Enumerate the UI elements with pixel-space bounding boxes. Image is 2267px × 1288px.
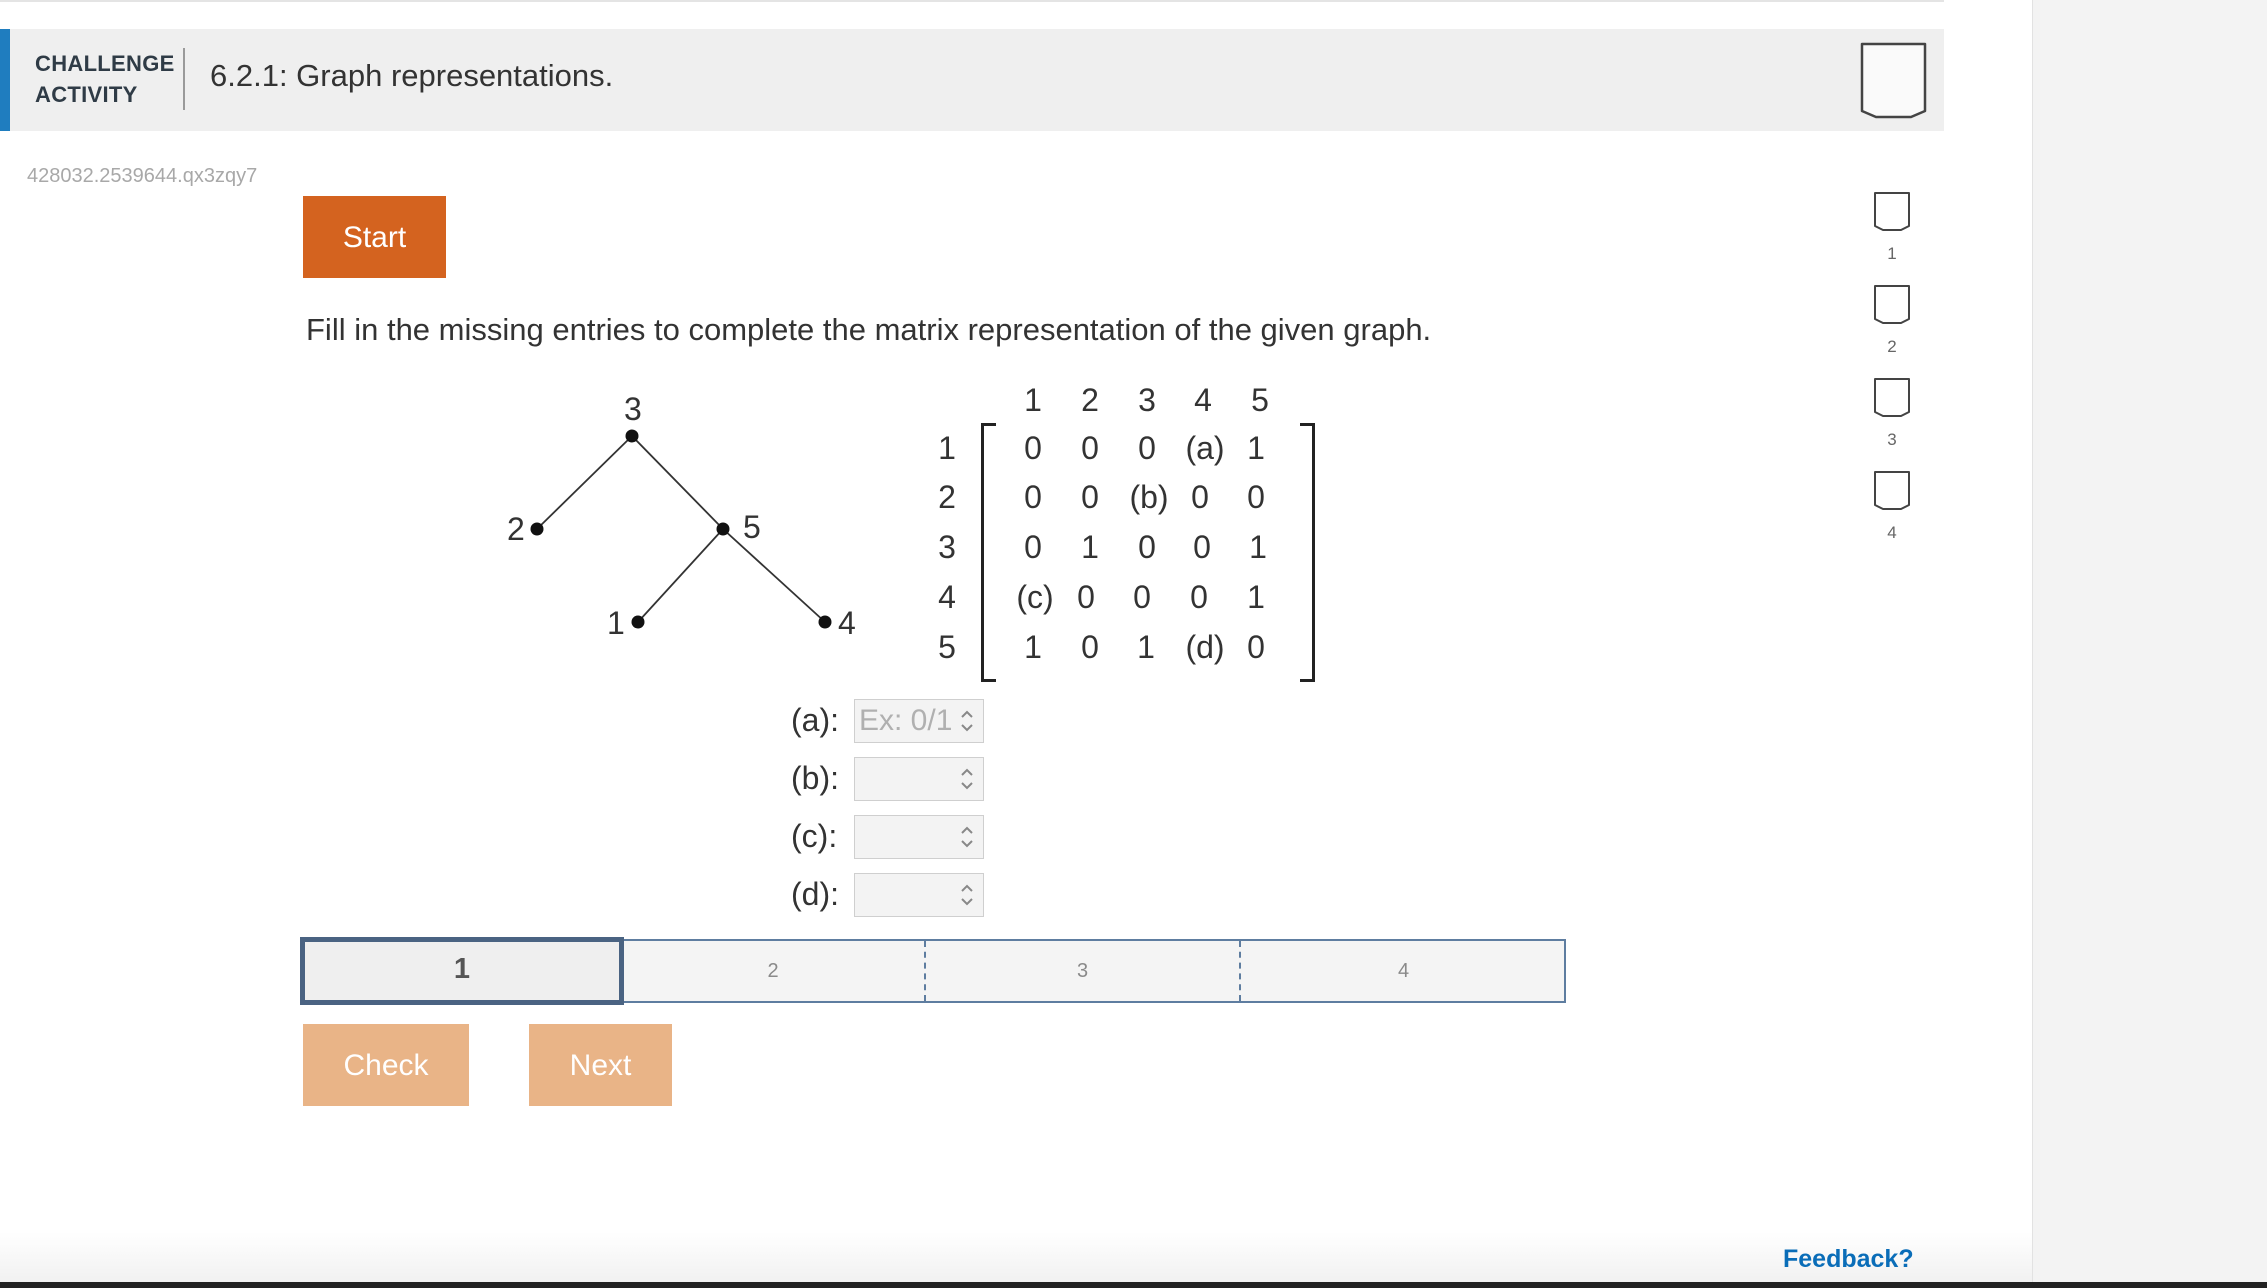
matrix-cell: 0: [1191, 479, 1209, 515]
activity-kind-line1: CHALLENGE: [35, 51, 175, 76]
matrix-cell: 1: [1249, 529, 1267, 565]
level-step-1-current[interactable]: 1: [300, 937, 624, 1005]
answer-input-c[interactable]: [854, 815, 984, 859]
side-level-3[interactable]: 3: [1872, 376, 1912, 449]
activity-id: 428032.2539644.qx3zqy7: [27, 165, 258, 187]
feedback-link[interactable]: Feedback?: [1783, 1245, 1914, 1274]
instruction-text: Fill in the missing entries to complete …: [306, 312, 1432, 347]
answer-label-c: (c):: [791, 818, 838, 854]
answer-input-a[interactable]: Ex: 0/1: [854, 699, 984, 743]
answer-label-d: (d):: [791, 876, 839, 912]
side-level-1[interactable]: 1: [1872, 190, 1912, 263]
level-progress-bar: 3 4 2 1: [300, 937, 1566, 1005]
matrix-cell: 1: [1137, 629, 1155, 665]
level-badge-icon: [1874, 192, 1910, 231]
vertex-label-1: 1: [607, 605, 625, 641]
vertex-5: [716, 522, 730, 536]
vertex-2: [530, 522, 544, 536]
matrix-col-header: 4: [1194, 382, 1212, 418]
graph-vertices: [530, 429, 832, 629]
vertex-label-5: 5: [743, 509, 761, 545]
stepper-arrows-icon[interactable]: [959, 705, 975, 737]
matrix-cell: 0: [1081, 629, 1099, 665]
edge-3-2: [536, 435, 633, 530]
matrix-col-header: 3: [1138, 382, 1156, 418]
vertex-label-3: 3: [624, 391, 642, 427]
challenge-activity-card: CHALLENGE ACTIVITY 6.2.1: Graph represen…: [0, 0, 1944, 1282]
stepper-arrows-icon[interactable]: [959, 821, 975, 853]
matrix-cell: 0: [1138, 529, 1156, 565]
vertex-1: [631, 615, 645, 629]
level-step-3[interactable]: 3: [924, 941, 1239, 1001]
side-level-number: 2: [1887, 337, 1897, 356]
matrix-cell: 0: [1193, 529, 1211, 565]
matrix-left-bracket: [981, 423, 996, 682]
matrix-cell: 0: [1190, 579, 1208, 615]
activity-kind-line2: ACTIVITY: [35, 82, 138, 107]
matrix-cell: 0: [1247, 479, 1265, 515]
matrix-cell: 0: [1133, 579, 1151, 615]
matrix-cell: 0: [1024, 479, 1042, 515]
matrix-cell: 1: [1024, 629, 1042, 665]
side-level-number: 1: [1887, 244, 1897, 263]
answer-input-b[interactable]: [854, 757, 984, 801]
level-badge-icon: [1874, 285, 1910, 324]
matrix-col-header: 1: [1024, 382, 1042, 418]
level-badge-icon: [1874, 471, 1910, 510]
edge-5-1: [637, 528, 724, 623]
right-gutter: [2032, 0, 2267, 1288]
side-level-4[interactable]: 4: [1872, 469, 1912, 542]
vertex-4: [818, 615, 832, 629]
graph-edges: [536, 435, 826, 623]
side-level-number: 3: [1887, 430, 1897, 449]
matrix-row-header: 4: [938, 579, 956, 615]
level-badge-icon: [1874, 378, 1910, 417]
check-button[interactable]: Check: [303, 1024, 469, 1106]
matrix-row-header: 5: [938, 629, 956, 665]
level-step-4[interactable]: 4: [1239, 941, 1566, 1001]
matrix-cell: 0: [1077, 579, 1095, 615]
matrix-cell: 0: [1081, 430, 1099, 466]
matrix-col-header: 2: [1081, 382, 1099, 418]
completion-badge-icon: [1859, 41, 1929, 126]
start-button[interactable]: Start: [303, 196, 446, 278]
answer-label-a: (a):: [791, 702, 839, 738]
header-accent-bar: [0, 29, 10, 131]
bottom-edge: [0, 1282, 2267, 1288]
graph-figure: 3 2 5 1 4: [507, 391, 856, 641]
matrix-cell: 0: [1138, 430, 1156, 466]
answer-input-d[interactable]: [854, 873, 984, 917]
vertex-label-4: 4: [838, 605, 856, 641]
matrix-col-header: 5: [1251, 382, 1269, 418]
matrix-cell: 1: [1247, 579, 1265, 615]
matrix-cell: 0: [1081, 479, 1099, 515]
vertex-label-2: 2: [507, 511, 525, 547]
stepper-arrows-icon[interactable]: [959, 763, 975, 795]
matrix-cell: 0: [1024, 529, 1042, 565]
edge-5-4: [722, 528, 826, 623]
level-step-2[interactable]: 2: [622, 941, 924, 1001]
matrix-cell: 0: [1024, 430, 1042, 466]
matrix-cell: 1: [1081, 529, 1099, 565]
vertex-3: [625, 429, 639, 443]
side-level-number: 4: [1887, 523, 1897, 542]
matrix-cell: 0: [1247, 629, 1265, 665]
edge-3-5: [631, 435, 724, 530]
matrix-row-header: 1: [938, 430, 956, 466]
header-divider: [183, 48, 185, 110]
stepper-arrows-icon[interactable]: [959, 879, 975, 911]
matrix-right-bracket: [1300, 423, 1315, 682]
answer-placeholder-a: Ex: 0/1: [859, 704, 951, 737]
side-level-2[interactable]: 2: [1872, 283, 1912, 356]
answer-label-b: (b):: [791, 760, 839, 796]
matrix-cell: 1: [1247, 430, 1265, 466]
activity-kind: CHALLENGE ACTIVITY: [35, 48, 175, 110]
activity-title: 6.2.1: Graph representations.: [210, 58, 614, 93]
matrix-row-header: 3: [938, 529, 956, 565]
matrix-row-header: 2: [938, 479, 956, 515]
next-button[interactable]: Next: [529, 1024, 672, 1106]
